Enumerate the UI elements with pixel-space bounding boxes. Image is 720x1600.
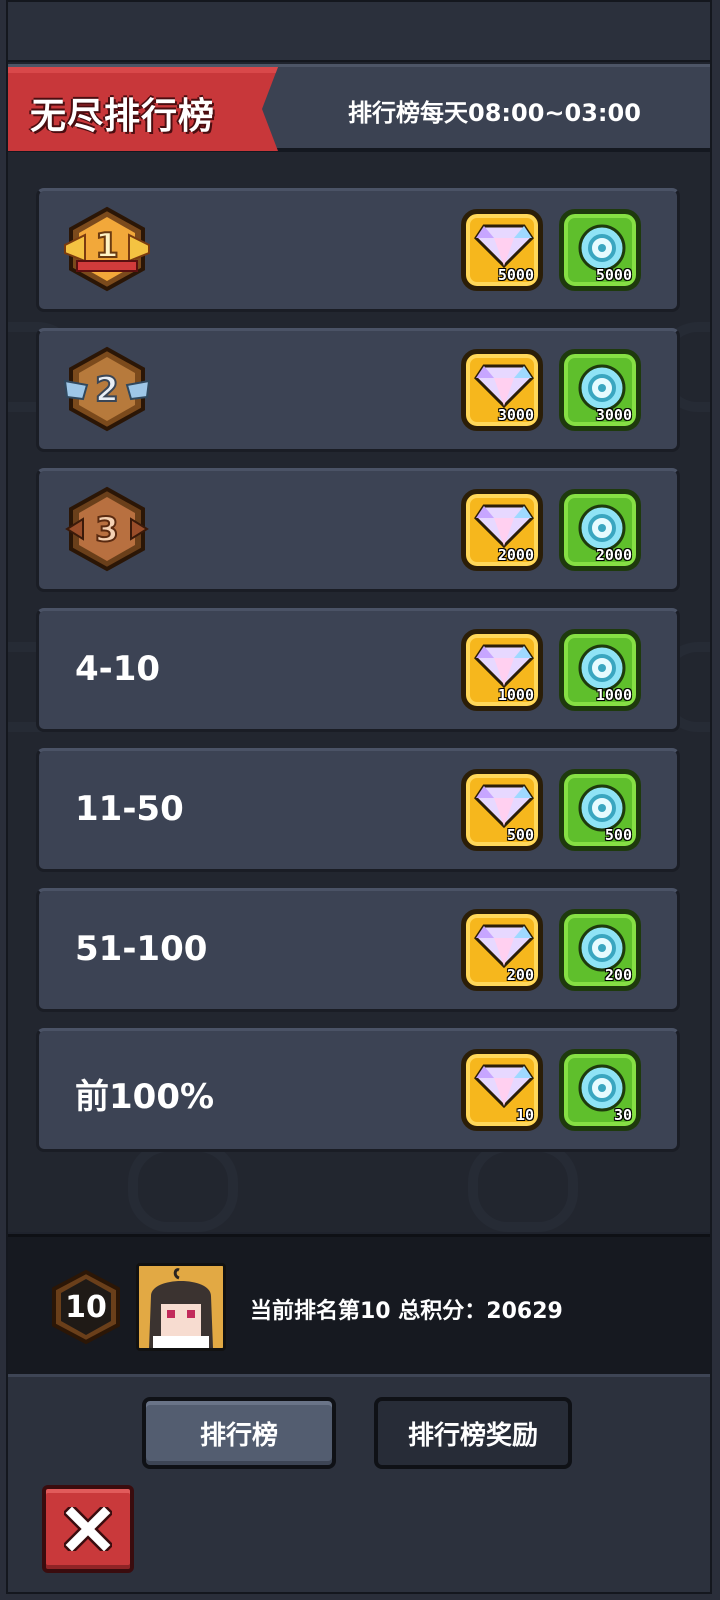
- coin-reward[interactable]: 30: [559, 1049, 641, 1131]
- gem-amount: 500: [506, 826, 534, 844]
- rank-range-label: 51-100: [75, 929, 208, 969]
- current-rank-score: 当前排名第10 总积分：20629: [250, 1299, 563, 1324]
- diamond-icon: [474, 644, 534, 689]
- reward-row-3: 3 2000 2000: [36, 468, 680, 592]
- gem-reward[interactable]: 2000: [461, 489, 543, 571]
- coin-amount: 3000: [595, 406, 632, 424]
- coin-reward[interactable]: 500: [559, 769, 641, 851]
- gem-reward[interactable]: 3000: [461, 349, 543, 431]
- title-tab: 无尽排行榜: [8, 67, 278, 151]
- header: 无尽排行榜 排行榜每天08:00~03:00: [8, 64, 710, 152]
- coin-amount: 30: [613, 1106, 632, 1124]
- gem-amount: 1000: [497, 686, 534, 704]
- coin-reward[interactable]: 5000: [559, 209, 641, 291]
- watermark-icon: [468, 1142, 578, 1232]
- coin-reward[interactable]: 1000: [559, 629, 641, 711]
- close-button[interactable]: [42, 1485, 134, 1573]
- diamond-icon: [474, 924, 534, 969]
- rank-range-label: 前100%: [75, 1077, 215, 1117]
- gem-reward[interactable]: 5000: [461, 209, 543, 291]
- avatar[interactable]: [136, 1263, 226, 1351]
- page-title: 无尽排行榜: [30, 96, 216, 137]
- tab-leaderboard-rewards[interactable]: 排行榜奖励: [374, 1397, 572, 1469]
- gem-amount: 2000: [497, 546, 534, 564]
- rank-2-label: 2: [95, 370, 119, 410]
- reward-row-1: 1 5000 5000: [36, 188, 680, 312]
- rank-range-label: 4-10: [75, 649, 161, 689]
- coin-amount: 1000: [595, 686, 632, 704]
- gem-amount: 5000: [497, 266, 534, 284]
- diamond-icon: [474, 504, 534, 549]
- watermark-icon: [128, 1142, 238, 1232]
- gem-reward[interactable]: 10: [461, 1049, 543, 1131]
- coin-amount: 200: [604, 966, 632, 984]
- leaderboard-panel: 无尽排行榜 排行榜每天08:00~03:00 1 5000 5000 2 300…: [6, 0, 712, 1594]
- tab-leaderboard[interactable]: 排行榜: [142, 1397, 336, 1469]
- gem-amount: 3000: [497, 406, 534, 424]
- gold-medal-icon: 1: [64, 206, 150, 292]
- avatar-portrait-icon: [139, 1266, 223, 1348]
- bronze-medal-icon: 3: [65, 486, 149, 572]
- diamond-icon: [474, 224, 534, 269]
- coin-amount: 2000: [595, 546, 632, 564]
- close-icon: [64, 1507, 112, 1551]
- coin-amount: 5000: [595, 266, 632, 284]
- gem-amount: 200: [506, 966, 534, 984]
- reward-row-4: 4-10 1000 1000: [36, 608, 680, 732]
- reward-row-6: 51-100 200 200: [36, 888, 680, 1012]
- silver-medal-icon: 2: [63, 346, 151, 432]
- gem-amount: 10: [515, 1106, 534, 1124]
- schedule-text: 排行榜每天08:00~03:00: [348, 99, 641, 127]
- reward-row-5: 11-50 500 500: [36, 748, 680, 872]
- gem-reward[interactable]: 500: [461, 769, 543, 851]
- reward-row-7: 前100% 10 30: [36, 1028, 680, 1152]
- diamond-icon: [474, 364, 534, 409]
- my-rank-badge-icon: 10: [52, 1269, 120, 1345]
- rank-3-label: 3: [95, 510, 119, 550]
- diamond-icon: [474, 1064, 534, 1109]
- diamond-icon: [474, 784, 534, 829]
- gem-reward[interactable]: 1000: [461, 629, 543, 711]
- footer: 排行榜 排行榜奖励: [8, 1374, 710, 1592]
- gem-reward[interactable]: 200: [461, 909, 543, 991]
- my-rank-number: 10: [65, 1290, 107, 1325]
- rank-1-label: 1: [95, 226, 119, 266]
- coin-amount: 500: [604, 826, 632, 844]
- coin-reward[interactable]: 200: [559, 909, 641, 991]
- coin-reward[interactable]: 2000: [559, 489, 641, 571]
- my-rank-bar: 10 当前排名第10 总积分：20629: [8, 1234, 710, 1375]
- top-strip: [8, 2, 710, 62]
- coin-reward[interactable]: 3000: [559, 349, 641, 431]
- rank-range-label: 11-50: [75, 789, 184, 829]
- reward-row-2: 2 3000 3000: [36, 328, 680, 452]
